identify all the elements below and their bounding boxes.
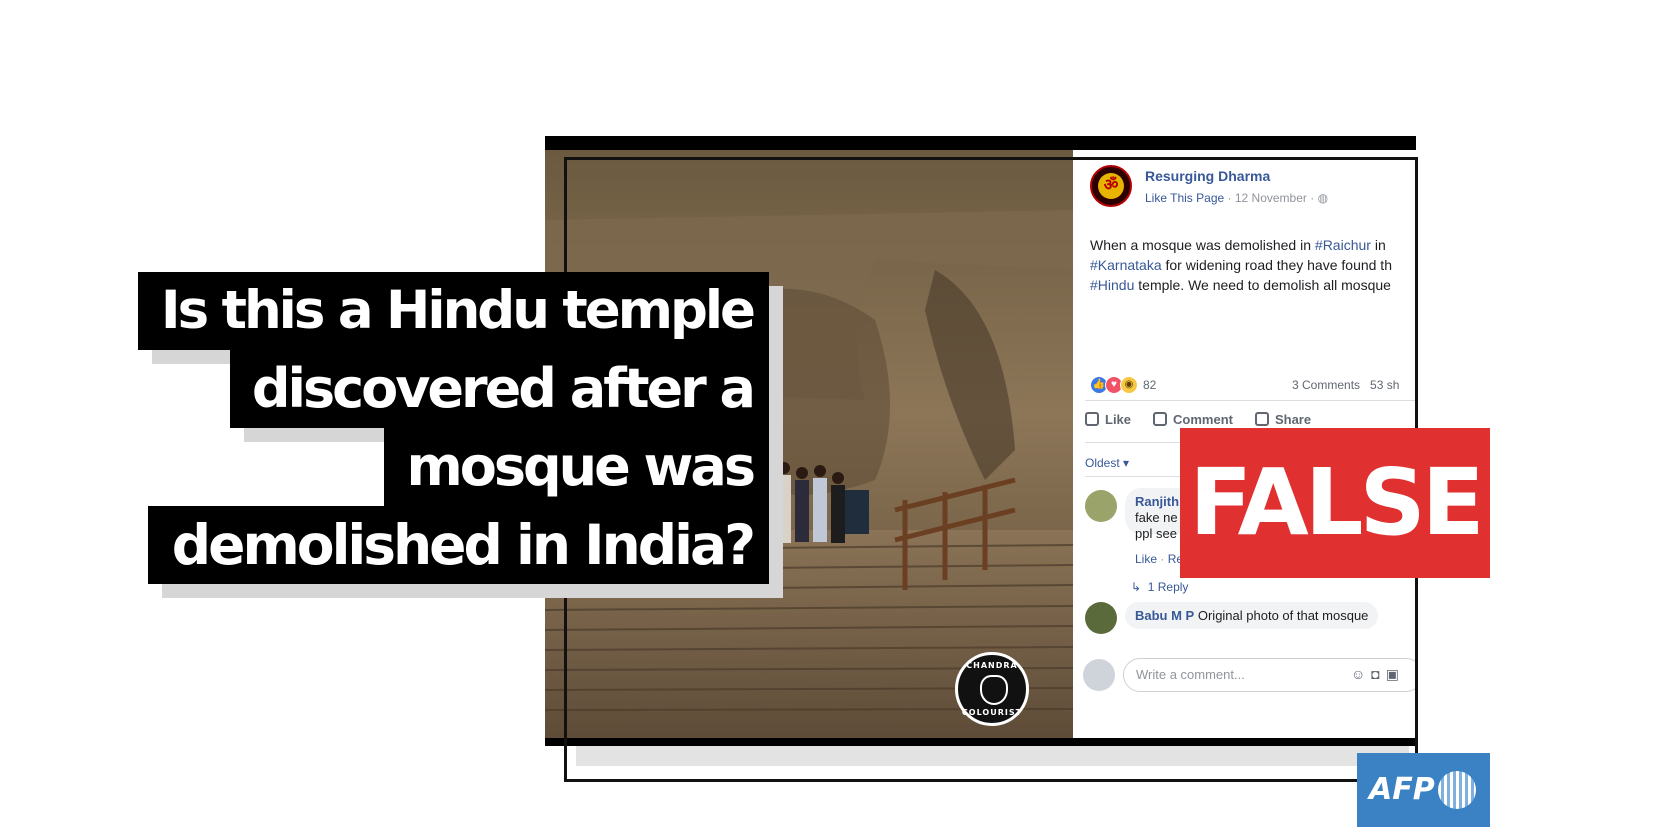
false-verdict-badge: FALSE	[1180, 428, 1490, 578]
globe-icon	[1438, 771, 1476, 809]
afp-logo-text: AFP	[1369, 772, 1435, 807]
afp-logo: AFP	[1357, 753, 1490, 827]
